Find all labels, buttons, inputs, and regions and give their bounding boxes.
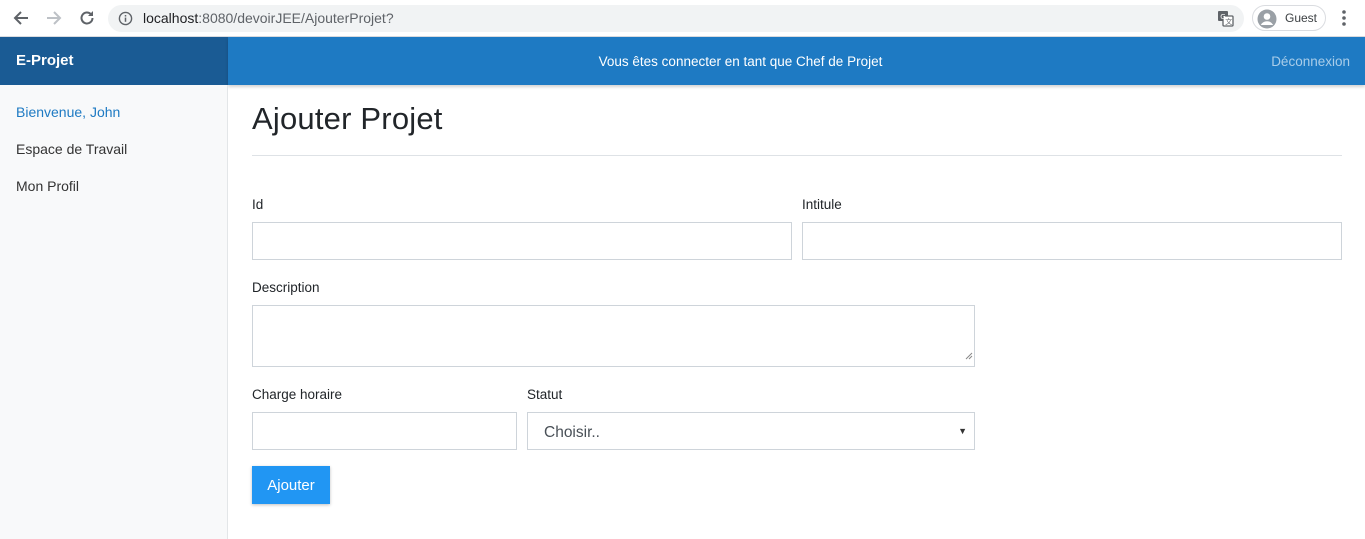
translate-icon[interactable]: G文	[1217, 10, 1234, 32]
role-banner: Vous êtes connecter en tant que Chef de …	[598, 54, 883, 69]
sidebar: Bienvenue, John Espace de Travail Mon Pr…	[0, 85, 228, 539]
id-input[interactable]	[252, 222, 792, 260]
description-label: Description	[252, 280, 320, 295]
svg-text:文: 文	[1225, 17, 1232, 26]
profile-button[interactable]: Guest	[1252, 5, 1326, 31]
sidebar-item-workspace[interactable]: Espace de Travail	[16, 141, 127, 157]
description-textarea[interactable]	[252, 305, 975, 367]
charge-label: Charge horaire	[252, 387, 343, 402]
url-path: :8080/devoirJEE/AjouterProjet?	[198, 10, 394, 26]
address-bar[interactable]: localhost:8080/devoirJEE/AjouterProjet? …	[108, 5, 1244, 32]
brand-name[interactable]: E-Projet	[16, 52, 74, 69]
browser-toolbar: localhost:8080/devoirJEE/AjouterProjet? …	[0, 0, 1365, 37]
statut-label: Statut	[527, 387, 563, 402]
resize-handle-icon[interactable]	[965, 347, 973, 365]
dropdown-caret-icon: ▼	[958, 426, 967, 436]
intitule-label: Intitule	[802, 197, 842, 212]
sidebar-item-welcome[interactable]: Bienvenue, John	[16, 104, 120, 120]
more-menu-icon[interactable]	[1336, 8, 1352, 28]
statut-select[interactable]: Choisir.. ▼	[527, 412, 975, 450]
page-title: Ajouter Projet	[252, 101, 443, 136]
reload-icon[interactable]	[75, 6, 99, 30]
title-divider	[252, 155, 1342, 156]
profile-avatar-icon	[1257, 9, 1277, 34]
sidebar-item-profile[interactable]: Mon Profil	[16, 178, 79, 194]
url-host: localhost	[143, 10, 199, 26]
brand-area: E-Projet	[0, 37, 228, 85]
intitule-input[interactable]	[802, 222, 1342, 260]
top-navbar: Vous êtes connecter en tant que Chef de …	[228, 37, 1365, 85]
id-label: Id	[252, 197, 264, 212]
url-text: localhost:8080/devoirJEE/AjouterProjet?	[143, 10, 394, 27]
profile-name: Guest	[1285, 11, 1318, 25]
forward-arrow-icon[interactable]	[42, 6, 66, 30]
info-icon[interactable]	[118, 11, 133, 31]
logout-link[interactable]: Déconnexion	[1271, 54, 1350, 69]
ajouter-button[interactable]: Ajouter	[252, 466, 330, 504]
back-arrow-icon[interactable]	[9, 6, 33, 30]
charge-horaire-input[interactable]	[252, 412, 517, 450]
statut-selected-value: Choisir..	[544, 424, 600, 441]
